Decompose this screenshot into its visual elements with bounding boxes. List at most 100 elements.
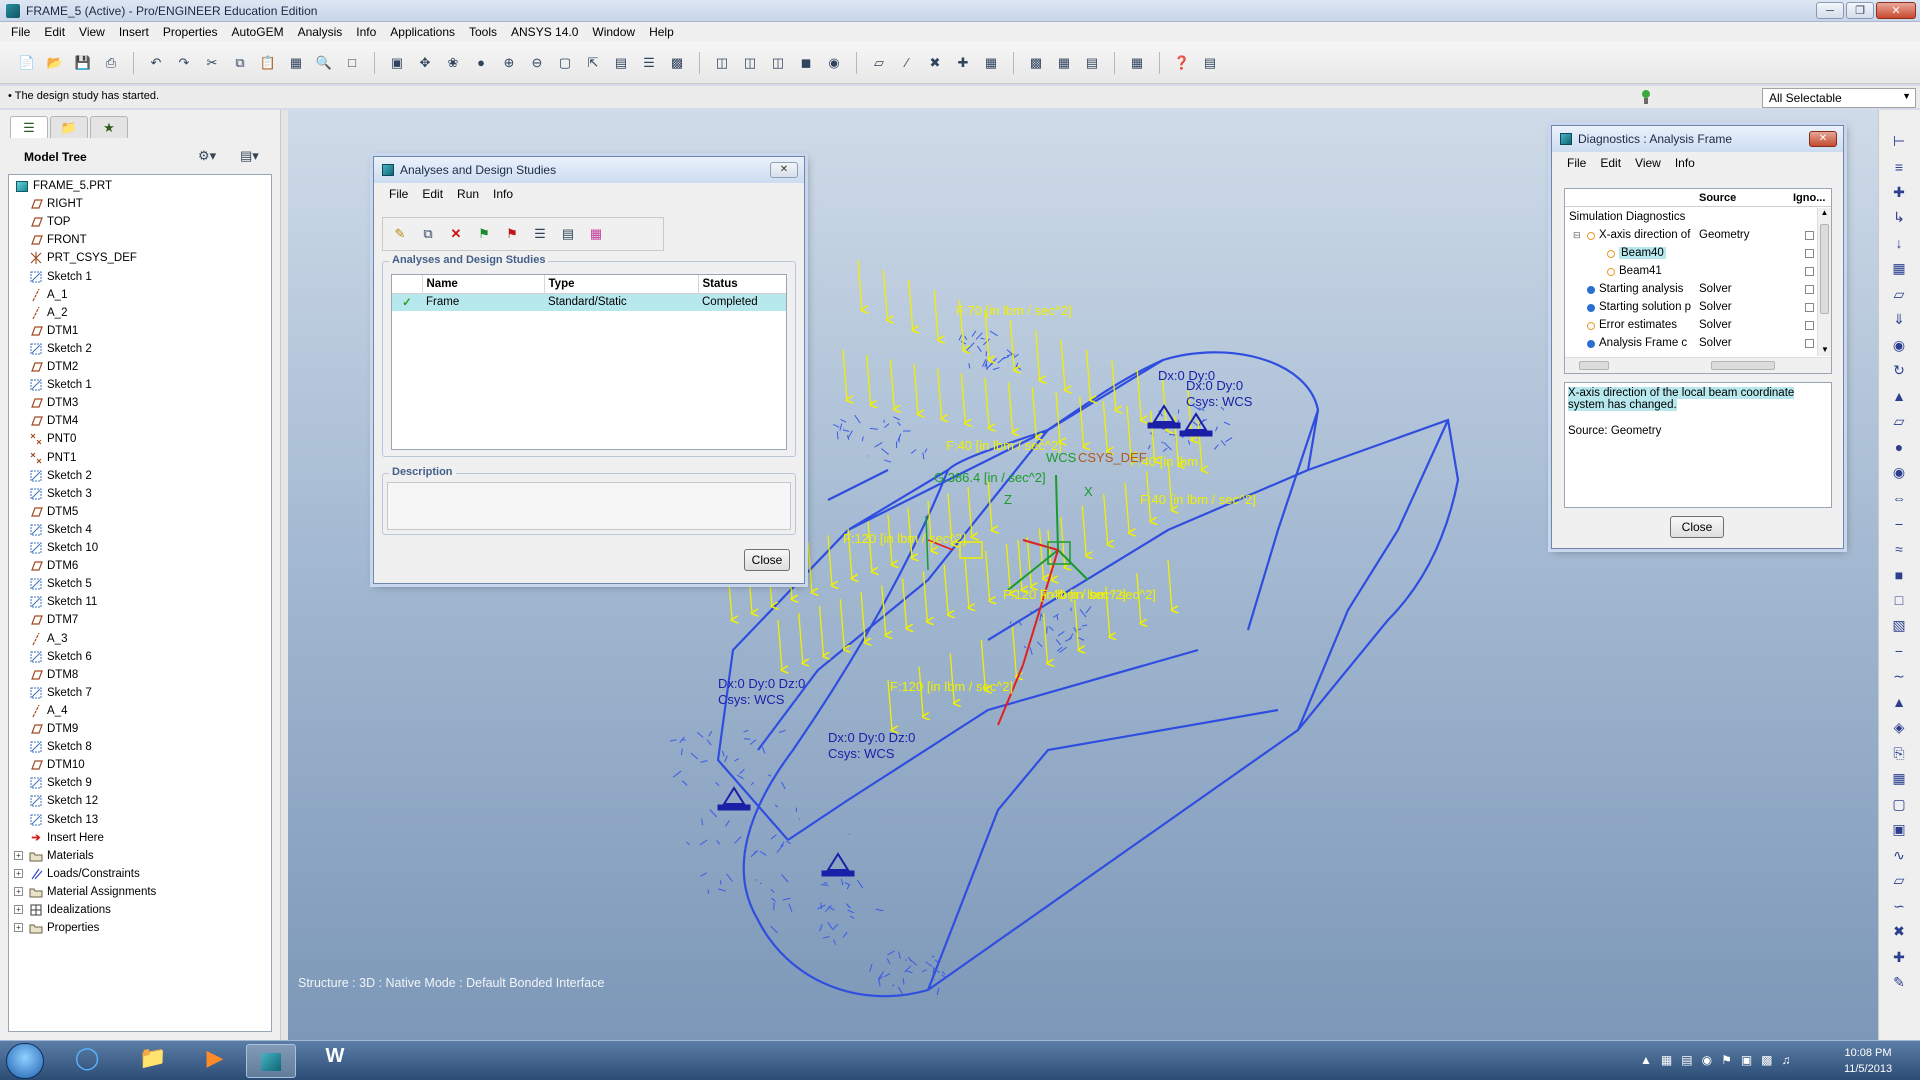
save-icon[interactable]: 💾 (72, 52, 94, 74)
tree-item[interactable]: Materials (29, 847, 94, 865)
point-tool-icon[interactable]: ✖ (1888, 921, 1910, 943)
ignore-checkbox[interactable] (1805, 231, 1814, 240)
datum-point-tool-icon[interactable]: ✚ (1888, 181, 1910, 203)
datum-plane-tool-icon[interactable]: ⊢ (1888, 130, 1910, 152)
analyses-menu-run[interactable]: Run (450, 187, 486, 201)
tab-favorites[interactable]: ★ (90, 116, 128, 138)
spring-icon[interactable]: ≈ (1888, 538, 1910, 560)
tree-item[interactable]: Sketch 2 (29, 340, 92, 358)
spin-center-icon[interactable]: ✥ (414, 52, 436, 74)
layers-icon[interactable]: ☰ (638, 52, 660, 74)
tray-icon[interactable]: ▦ (1661, 1053, 1672, 1067)
taskbar-proe-button[interactable] (246, 1044, 296, 1078)
paste-icon[interactable]: 📋 (257, 52, 279, 74)
datum-points-icon[interactable]: ✖ (924, 52, 946, 74)
volume-region-icon[interactable]: ▣ (1888, 819, 1910, 841)
tree-item[interactable]: Sketch 3 (29, 485, 92, 503)
curve-tool-icon[interactable]: ∽ (1888, 895, 1910, 917)
measure-icon[interactable]: ⎘ (1888, 742, 1910, 764)
filter-select[interactable]: All Selectable ▼ (1762, 88, 1916, 108)
tree-item[interactable]: DTM5 (29, 503, 78, 521)
volume-icon[interactable]: ♫ (1782, 1053, 1791, 1067)
expand-icon[interactable]: + (14, 850, 23, 860)
ignore-checkbox[interactable] (1805, 267, 1814, 276)
diag-menu-edit[interactable]: Edit (1593, 156, 1628, 170)
tray-icon[interactable]: ▣ (1741, 1053, 1752, 1067)
scroll-down-icon[interactable]: ▼ (1818, 345, 1831, 354)
tree-item[interactable]: Sketch 12 (29, 792, 98, 810)
shell-pair-icon[interactable]: ▧ (1888, 615, 1910, 637)
network-icon[interactable]: ▩ (1761, 1053, 1772, 1067)
mesh-icon[interactable]: ▦ (1053, 52, 1075, 74)
tree-item[interactable]: A_1 (29, 286, 67, 304)
maximize-button[interactable]: ❐ (1846, 2, 1874, 19)
scroll-thumb-left[interactable] (1579, 361, 1609, 370)
tree-columns-icon[interactable]: ▤▾ (240, 148, 259, 164)
analyses-menu-edit[interactable]: Edit (415, 187, 450, 201)
surface-region-icon[interactable]: ▢ (1888, 793, 1910, 815)
symmetry-constraint-icon[interactable]: ⇔ (1888, 487, 1910, 509)
tree-item[interactable]: ➔ Insert Here (29, 829, 104, 847)
close-window-button[interactable]: ✕ (1876, 2, 1916, 19)
bearing-load-icon[interactable]: ▱ (1888, 283, 1910, 305)
menu-edit[interactable]: Edit (37, 25, 72, 39)
datum-axes-icon[interactable]: ∕ (896, 52, 918, 74)
expand-icon[interactable]: + (14, 905, 23, 914)
diag-vertical-scrollbar[interactable]: ▲ ▼ (1817, 208, 1831, 356)
copy-icon[interactable]: ⧉ (229, 52, 251, 74)
csys-tool-icon[interactable]: ↳ (1888, 207, 1910, 229)
diag-row[interactable]: Beam41 (1565, 263, 1817, 281)
sketch-tool-icon[interactable]: ∿ (1888, 844, 1910, 866)
shell-icon[interactable]: □ (1888, 589, 1910, 611)
diag-row[interactable]: Analysis Frame c Solver (1565, 335, 1817, 353)
diag-row[interactable]: Beam40 (1565, 245, 1817, 263)
zoom-out-icon[interactable]: ⊖ (526, 52, 548, 74)
ignore-checkbox[interactable] (1805, 339, 1814, 348)
repaint-icon[interactable]: ▣ (386, 52, 408, 74)
datum-axis-tool-icon[interactable]: ≡ (1888, 156, 1910, 178)
gravity-load-icon[interactable]: ⇓ (1888, 309, 1910, 331)
beam-icon[interactable]: ⎯ (1888, 513, 1910, 535)
weld-icon[interactable]: ▲ (1888, 691, 1910, 713)
zoom-in-icon[interactable]: ⊕ (498, 52, 520, 74)
weighted-link-icon[interactable]: ∼ (1888, 666, 1910, 688)
diag-row[interactable]: Starting solution p Solver (1565, 299, 1817, 317)
menu-insert[interactable]: Insert (112, 25, 156, 39)
paste-special-icon[interactable]: ▦ (285, 52, 307, 74)
tree-item[interactable]: DTM1 (29, 322, 78, 340)
ignore-checkbox[interactable] (1805, 303, 1814, 312)
expand-icon[interactable]: + (14, 923, 23, 933)
csys-create-icon[interactable]: ✚ (1888, 946, 1910, 968)
menu-info[interactable]: Info (349, 25, 383, 39)
find-icon[interactable]: 🔍 (313, 52, 335, 74)
menu-window[interactable]: Window (585, 25, 642, 39)
tree-item[interactable]: DTM7 (29, 611, 78, 629)
select-box-icon[interactable]: □ (341, 52, 363, 74)
tree-root-part[interactable]: FRAME_5.PRT (15, 177, 112, 195)
diagnostics-close-button[interactable]: Close (1670, 516, 1724, 538)
tray-icon[interactable]: ⚑ (1721, 1053, 1732, 1067)
menu-ansys[interactable]: ANSYS 14.0 (504, 25, 585, 39)
tree-item[interactable]: PRT_CSYS_DEF (29, 249, 137, 267)
datum-planes-icon[interactable]: ▱ (868, 52, 890, 74)
table-header-name[interactable]: Name (422, 275, 545, 293)
shading-icon[interactable]: ◼ (795, 52, 817, 74)
plane-tool-icon[interactable]: ▱ (1888, 870, 1910, 892)
window-list-icon[interactable]: ▤ (1199, 52, 1221, 74)
analyses-menu-file[interactable]: File (382, 187, 415, 201)
dialog-close-icon[interactable]: ✕ (770, 162, 798, 178)
new-icon[interactable]: 📄 (16, 52, 38, 74)
appearance-icon[interactable]: ● (470, 52, 492, 74)
tree-item[interactable]: Sketch 5 (29, 575, 92, 593)
planar-constraint-icon[interactable]: ▱ (1888, 411, 1910, 433)
scroll-thumb[interactable] (1820, 224, 1829, 314)
model-setup-icon[interactable]: ▦ (1126, 52, 1148, 74)
open-icon[interactable]: 📂 (44, 52, 66, 74)
ignore-checkbox[interactable] (1805, 285, 1814, 294)
mesh-control-icon[interactable]: ▦ (1888, 768, 1910, 790)
menu-properties[interactable]: Properties (156, 25, 225, 39)
tree-item[interactable]: DTM9 (29, 720, 78, 738)
print-icon[interactable]: ⎙ (100, 52, 122, 74)
diag-header-ignore[interactable]: Igno... (1793, 192, 1825, 204)
table-header-status[interactable]: Status (698, 275, 786, 293)
